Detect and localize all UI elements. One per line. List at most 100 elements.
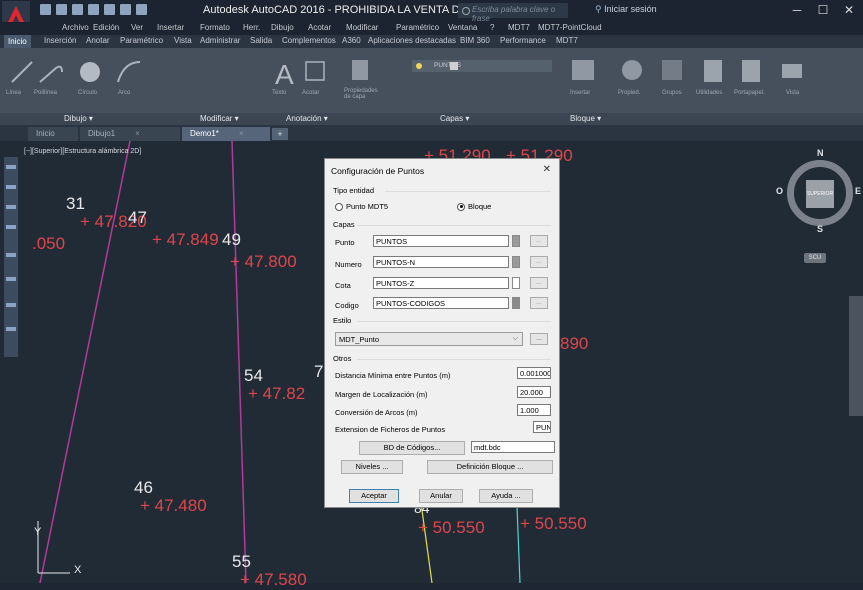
viewcube-face-top[interactable]: SUPERIOR <box>806 180 834 208</box>
option-input-extension[interactable]: PUN <box>533 421 551 433</box>
line-tool-icon[interactable] <box>11 61 33 83</box>
print-icon[interactable] <box>104 4 115 15</box>
tab-aplicaciones[interactable]: Aplicaciones destacadas <box>368 36 456 45</box>
tab-vista[interactable]: Vista <box>174 36 192 45</box>
menu-formato[interactable]: Formato <box>200 23 230 32</box>
panel-capas[interactable]: Capas ▾ <box>440 114 469 123</box>
menu-archivo[interactable]: Archivo <box>62 23 89 32</box>
option-input-conversion[interactable]: 1.000 <box>517 404 551 416</box>
menu-edicion[interactable]: Edición <box>93 23 119 32</box>
anular-button[interactable]: Anular <box>419 489 463 503</box>
compass-west[interactable]: O <box>776 186 783 196</box>
menu-parametrico[interactable]: Paramétrico <box>396 23 439 32</box>
tab-administrar[interactable]: Administrar <box>200 36 240 45</box>
undo-icon[interactable] <box>120 4 131 15</box>
text-tool-icon[interactable]: A <box>275 59 294 90</box>
tab-performance[interactable]: Performance <box>500 36 546 45</box>
compass-east[interactable]: E <box>855 186 861 196</box>
aceptar-button[interactable]: Aceptar <box>349 489 399 503</box>
menu-mdt7-pointcloud[interactable]: MDT7-PointCloud <box>538 23 602 32</box>
layer-browse-numero-button[interactable]: ... <box>530 256 548 268</box>
menu-insertar[interactable]: Insertar <box>157 23 184 32</box>
doc-tab-demo1[interactable]: Demo1* × <box>182 127 270 141</box>
menu-ver[interactable]: Ver <box>131 23 143 32</box>
polyline-tool-icon[interactable] <box>39 65 63 83</box>
search-input[interactable]: Escriba palabra clave o frase <box>458 3 568 23</box>
view-icon[interactable] <box>782 64 802 78</box>
add-tab-button[interactable]: + <box>272 128 288 140</box>
open-icon[interactable] <box>56 4 67 15</box>
compass-south[interactable]: S <box>817 224 823 234</box>
menu-dibujo[interactable]: Dibujo <box>271 23 294 32</box>
option-input-margen[interactable]: 20.000 <box>517 386 551 398</box>
close-tab-icon[interactable]: × <box>239 129 244 138</box>
dimension-tool-icon[interactable] <box>305 61 325 81</box>
tab-bim360[interactable]: BIM 360 <box>460 36 490 45</box>
tab-insercion[interactable]: Inserción <box>44 36 76 45</box>
layer-color-codigo[interactable] <box>512 297 520 309</box>
radio-punto-mdt5[interactable]: Punto MDT5 <box>335 202 388 211</box>
layer-color-cota[interactable] <box>512 277 520 289</box>
groups-icon[interactable] <box>662 60 682 80</box>
estilo-browse-button[interactable]: ... <box>530 333 548 345</box>
estilo-select[interactable]: MDT_Punto ⌵ <box>335 332 523 346</box>
menu-mdt7[interactable]: MDT7 <box>508 23 530 32</box>
menu-herr[interactable]: Herr. <box>243 23 260 32</box>
tab-inicio[interactable]: Inicio <box>4 35 31 48</box>
layer-input-codigo[interactable]: PUNTOS-CODIGOS <box>373 297 509 309</box>
insert-block-icon[interactable] <box>572 60 594 80</box>
doc-tab-inicio[interactable]: Inicio <box>28 127 78 141</box>
circle-tool-icon[interactable] <box>80 62 100 82</box>
menu-acotar[interactable]: Acotar <box>308 23 331 32</box>
panel-anotacion[interactable]: Anotación ▾ <box>286 114 328 123</box>
clipboard-icon[interactable] <box>742 60 760 82</box>
layer-color-numero[interactable] <box>512 256 520 268</box>
tab-parametrico[interactable]: Paramétrico <box>120 36 163 45</box>
layer-dropdown[interactable] <box>412 60 552 72</box>
bd-codigos-file-input[interactable]: mdt.bdc <box>471 441 555 453</box>
navigation-bar[interactable] <box>849 296 863 416</box>
option-input-distancia[interactable]: 0.001000 <box>517 367 551 379</box>
saveas-icon[interactable] <box>88 4 99 15</box>
compass-north[interactable]: N <box>817 148 824 158</box>
niveles-button[interactable]: Niveles ... <box>341 460 403 474</box>
panel-modificar[interactable]: Modificar ▾ <box>200 114 239 123</box>
layer-properties-icon[interactable] <box>352 60 368 80</box>
menu-ventana[interactable]: Ventana <box>448 23 477 32</box>
doc-tab-dibujo1[interactable]: Dibujo1 × <box>80 127 180 141</box>
minimize-button[interactable]: ─ <box>786 1 808 19</box>
layer-browse-cota-button[interactable]: ... <box>530 277 548 289</box>
new-icon[interactable] <box>40 4 51 15</box>
tab-a360[interactable]: A360 <box>342 36 361 45</box>
signin-button[interactable]: ⚲ Iniciar sesión <box>595 4 657 15</box>
layer-input-cota[interactable]: PUNTOS-Z <box>373 277 509 289</box>
close-window-button[interactable]: ✕ <box>838 1 860 19</box>
menu-modificar[interactable]: Modificar <box>346 23 378 32</box>
redo-icon[interactable] <box>136 4 147 15</box>
ayuda-button[interactable]: Ayuda ... <box>479 489 533 503</box>
maximize-button[interactable]: ☐ <box>812 1 834 19</box>
tab-salida[interactable]: Salida <box>250 36 272 45</box>
viewport-label[interactable]: [−][Superior][Estructura alámbrica 2D] <box>24 148 141 155</box>
layer-color-punto[interactable] <box>512 235 520 247</box>
dialog-close-button[interactable]: ✕ <box>543 164 551 175</box>
viewcube[interactable]: SUPERIOR <box>787 160 853 226</box>
definicion-bloque-button[interactable]: Definición Bloque ... <box>427 460 553 474</box>
layer-input-punto[interactable]: PUNTOS <box>373 235 509 247</box>
properties-icon[interactable] <box>622 60 642 80</box>
radio-bloque[interactable]: Bloque <box>457 202 491 211</box>
tab-complementos[interactable]: Complementos <box>282 36 336 45</box>
layer-browse-codigo-button[interactable]: ... <box>530 297 548 309</box>
bd-codigos-button[interactable]: BD de Códigos... <box>359 441 465 455</box>
close-tab-icon[interactable]: × <box>135 129 140 138</box>
tab-anotar[interactable]: Anotar <box>86 36 110 45</box>
layer-input-numero[interactable]: PUNTOS-N <box>373 256 509 268</box>
save-icon[interactable] <box>72 4 83 15</box>
tab-mdt7[interactable]: MDT7 <box>556 36 578 45</box>
arc-tool-icon[interactable] <box>117 61 141 83</box>
utilities-icon[interactable] <box>704 60 722 82</box>
tool-palette[interactable] <box>4 157 18 357</box>
wcs-menu-button[interactable]: SCU <box>804 253 826 263</box>
panel-dibujo[interactable]: Dibujo ▾ <box>64 114 93 123</box>
layer-browse-punto-button[interactable]: ... <box>530 235 548 247</box>
